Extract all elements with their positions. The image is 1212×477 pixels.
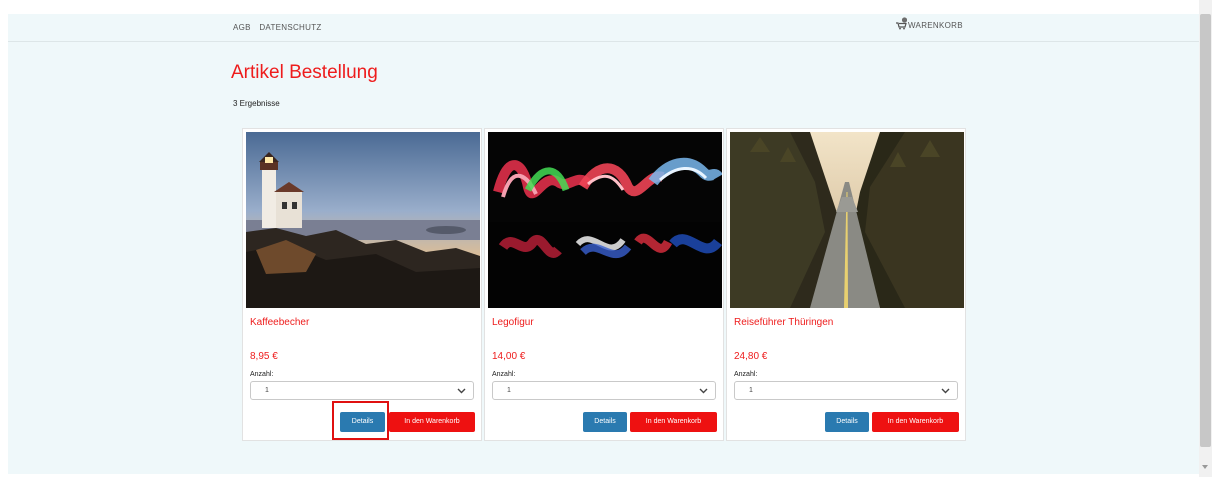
product-card: Legofigur 14,00 € Anzahl: 1 Details In d…: [484, 128, 724, 441]
scrollbar-thumb[interactable]: [1200, 14, 1211, 447]
chevron-down-icon: [941, 388, 950, 394]
product-image-light-painting[interactable]: [488, 132, 722, 308]
quantity-select[interactable]: 1: [492, 381, 716, 400]
product-price: 24,80 €: [734, 351, 768, 362]
page-title: Artikel Bestellung: [231, 62, 378, 83]
add-to-cart-button[interactable]: In den Warenkorb: [389, 412, 475, 432]
result-count: 3 Ergebnisse: [233, 99, 280, 108]
quantity-value: 1: [749, 387, 753, 394]
details-button-highlight: [332, 401, 389, 440]
quantity-value: 1: [265, 387, 269, 394]
chevron-down-icon: [457, 388, 466, 394]
product-image-forest-road[interactable]: [730, 132, 964, 308]
product-name[interactable]: Reiseführer Thüringen: [734, 317, 833, 328]
product-price: 14,00 €: [492, 351, 526, 362]
footer-links: AGB DATENSCHUTZ: [233, 23, 328, 32]
details-button[interactable]: Details: [583, 412, 627, 432]
add-to-cart-button[interactable]: In den Warenkorb: [872, 412, 959, 432]
quantity-select[interactable]: 1: [250, 381, 474, 400]
product-name[interactable]: Kaffeebecher: [250, 317, 309, 328]
scroll-down-arrow-icon[interactable]: [1202, 465, 1208, 469]
product-card: Reiseführer Thüringen 24,80 € Anzahl: 1 …: [726, 128, 966, 441]
shopping-cart-icon: [896, 17, 907, 30]
product-price: 8,95 €: [250, 351, 278, 362]
details-button[interactable]: Details: [825, 412, 869, 432]
quantity-label: Anzahl:: [250, 371, 274, 378]
product-card: Kaffeebecher 8,95 € Anzahl: 1 Details In…: [242, 128, 482, 441]
cart-link[interactable]: WARENKORB: [895, 17, 963, 30]
cart-label: WARENKORB: [908, 21, 963, 30]
quantity-label: Anzahl:: [734, 371, 758, 378]
agb-link[interactable]: AGB: [233, 23, 251, 32]
quantity-label: Anzahl:: [492, 371, 516, 378]
product-name[interactable]: Legofigur: [492, 317, 534, 328]
quantity-value: 1: [507, 387, 511, 394]
add-to-cart-button[interactable]: In den Warenkorb: [630, 412, 717, 432]
datenschutz-link[interactable]: DATENSCHUTZ: [259, 23, 321, 32]
chevron-down-icon: [699, 388, 708, 394]
quantity-select[interactable]: 1: [734, 381, 958, 400]
top-navbar: AGB DATENSCHUTZ WARENKORB: [8, 14, 1199, 42]
product-image-lighthouse[interactable]: [246, 132, 480, 308]
scrollbar[interactable]: [1199, 0, 1212, 477]
